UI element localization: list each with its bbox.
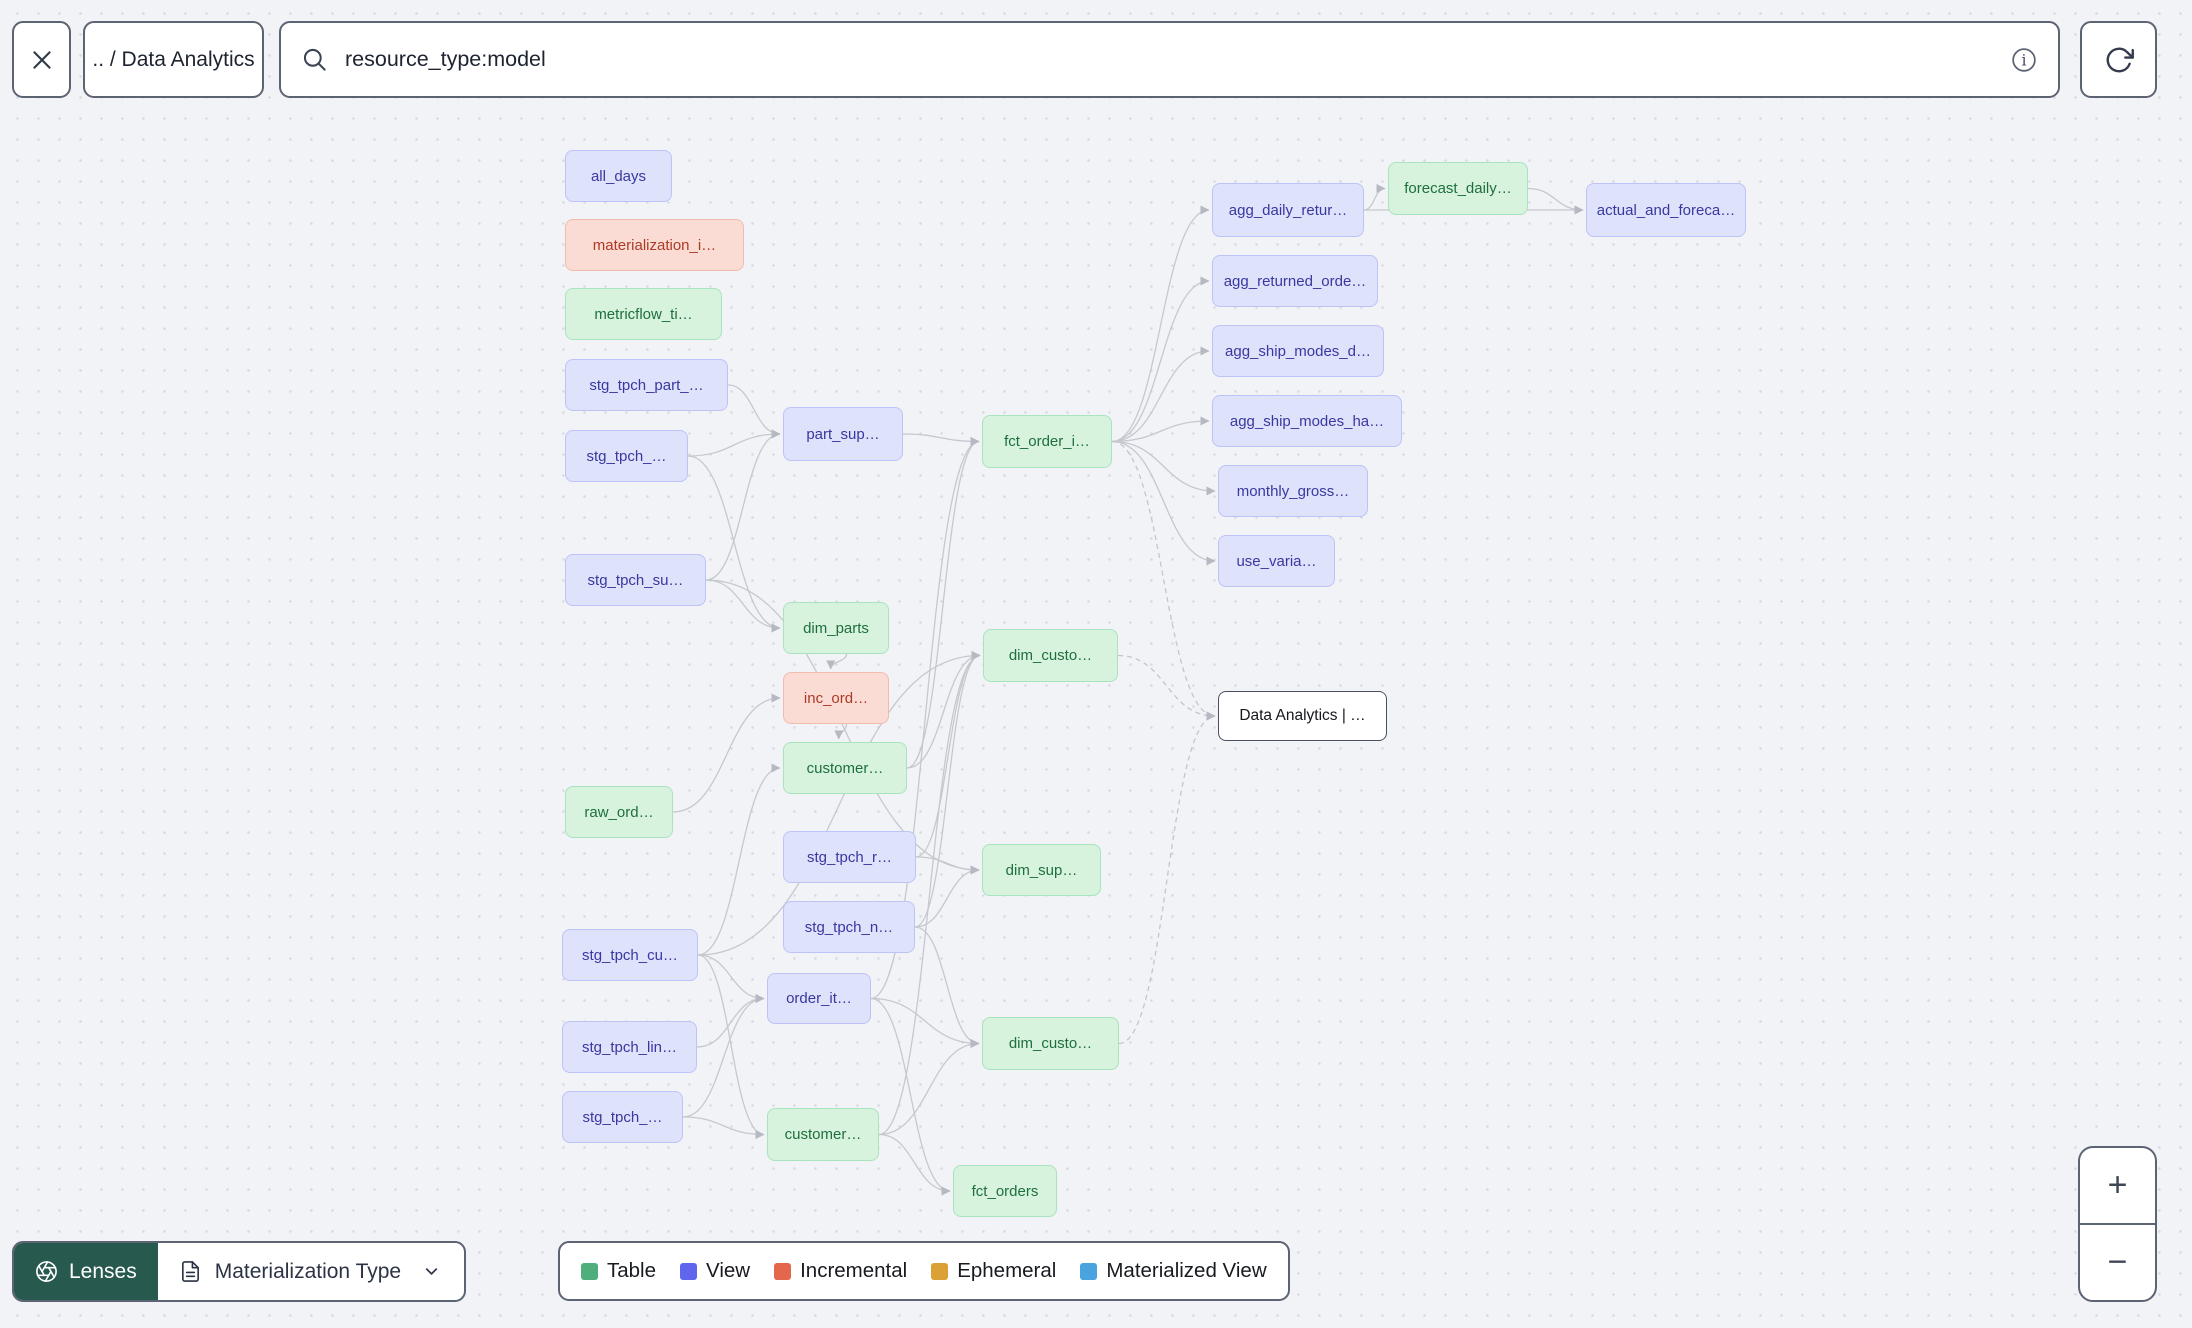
graph-node-agg_returned[interactable]: agg_returned_orde… — [1212, 255, 1378, 307]
legend-item-ephemeral: Ephemeral — [931, 1259, 1056, 1283]
graph-node-data_analytics[interactable]: Data Analytics | … — [1218, 691, 1387, 741]
legend-item-incremental: Incremental — [774, 1259, 907, 1283]
graph-node-stg_tpch_part[interactable]: stg_tpch_part_… — [565, 359, 728, 411]
graph-node-stg_tpch_a[interactable]: stg_tpch_… — [565, 430, 688, 482]
graph-node-agg_daily[interactable]: agg_daily_retur… — [1212, 183, 1364, 237]
legend-label: Incremental — [800, 1259, 908, 1282]
graph-node-stg_tpch_n[interactable]: stg_tpch_n… — [783, 901, 915, 953]
graph-node-stg_tpch_cu[interactable]: stg_tpch_cu… — [562, 929, 698, 981]
graph-node-fct_orders[interactable]: fct_orders — [953, 1165, 1057, 1217]
graph-node-metricflow_ti[interactable]: metricflow_ti… — [565, 288, 722, 340]
chevron-down-icon — [426, 1268, 438, 1275]
graph-node-order_it[interactable]: order_it… — [767, 973, 871, 1024]
selected-lens-label: Materialization Type — [214, 1259, 402, 1283]
graph-node-dim_parts[interactable]: dim_parts — [783, 602, 889, 654]
graph-node-raw_ord[interactable]: raw_ord… — [565, 786, 673, 838]
zoom-controls: + − — [2078, 1146, 2157, 1302]
graph-node-stg_tpch_su[interactable]: stg_tpch_su… — [565, 554, 706, 606]
legend-swatch — [774, 1262, 792, 1280]
graph-node-dim_custo_lo[interactable]: dim_custo… — [982, 1017, 1119, 1070]
graph-node-materialization_i[interactable]: materialization_i… — [565, 219, 744, 271]
graph-node-fct_order_i[interactable]: fct_order_i… — [982, 415, 1112, 468]
lenses-button[interactable]: Lenses — [14, 1243, 158, 1300]
graph-node-agg_ship_ha[interactable]: agg_ship_modes_ha… — [1212, 395, 1402, 447]
legend-label: Table — [607, 1259, 657, 1282]
graph-canvas[interactable]: all_days materialization_i… metricflow_ti…… — [0, 0, 2192, 1328]
graph-node-customer_lo[interactable]: customer… — [767, 1108, 879, 1161]
document-icon — [181, 1261, 199, 1282]
legend-item-materialized-view: Materialized View — [1080, 1259, 1267, 1283]
legend-item-table: Table — [581, 1259, 656, 1283]
zoom-in-button[interactable]: + — [2080, 1148, 2155, 1223]
lens-bar: Lenses Materialization Type — [12, 1241, 467, 1302]
legend-label: Ephemeral — [957, 1259, 1057, 1282]
graph-node-use_varia[interactable]: use_varia… — [1218, 535, 1335, 587]
aperture-icon — [36, 1261, 57, 1282]
graph-node-forecast_daily[interactable]: forecast_daily… — [1388, 162, 1528, 215]
graph-node-agg_ship_d[interactable]: agg_ship_modes_d… — [1212, 325, 1384, 377]
graph-node-customer_up[interactable]: customer… — [783, 742, 907, 794]
legend-item-view: View — [680, 1259, 750, 1283]
graph-node-stg_tpch_r[interactable]: stg_tpch_r… — [783, 831, 916, 883]
zoom-out-button[interactable]: − — [2080, 1223, 2155, 1300]
legend-label: View — [706, 1259, 751, 1282]
graph-node-monthly_gross[interactable]: monthly_gross… — [1218, 465, 1368, 517]
graph-node-part_sup[interactable]: part_sup… — [783, 407, 903, 461]
graph-node-dim_custo_up[interactable]: dim_custo… — [983, 629, 1118, 682]
graph-node-stg_tpch_lin[interactable]: stg_tpch_lin… — [562, 1021, 697, 1073]
graph-node-stg_tpch_b[interactable]: stg_tpch_… — [562, 1091, 683, 1143]
lens-selector[interactable]: Materialization Type — [158, 1243, 464, 1300]
graph-node-inc_ord[interactable]: inc_ord… — [783, 672, 889, 724]
graph-node-actual_forecast[interactable]: actual_and_foreca… — [1586, 183, 1746, 237]
graph-node-all_days[interactable]: all_days — [565, 150, 672, 202]
legend-swatch — [1080, 1262, 1098, 1280]
legend: Table View Incremental Ephemeral Materialize… — [558, 1241, 1290, 1301]
legend-label: Materialized View — [1106, 1259, 1267, 1282]
graph-node-dim_sup[interactable]: dim_sup… — [982, 844, 1101, 896]
legend-swatch — [680, 1262, 698, 1280]
lenses-label: Lenses — [69, 1259, 137, 1283]
legend-swatch — [931, 1262, 949, 1280]
legend-swatch — [581, 1262, 598, 1280]
